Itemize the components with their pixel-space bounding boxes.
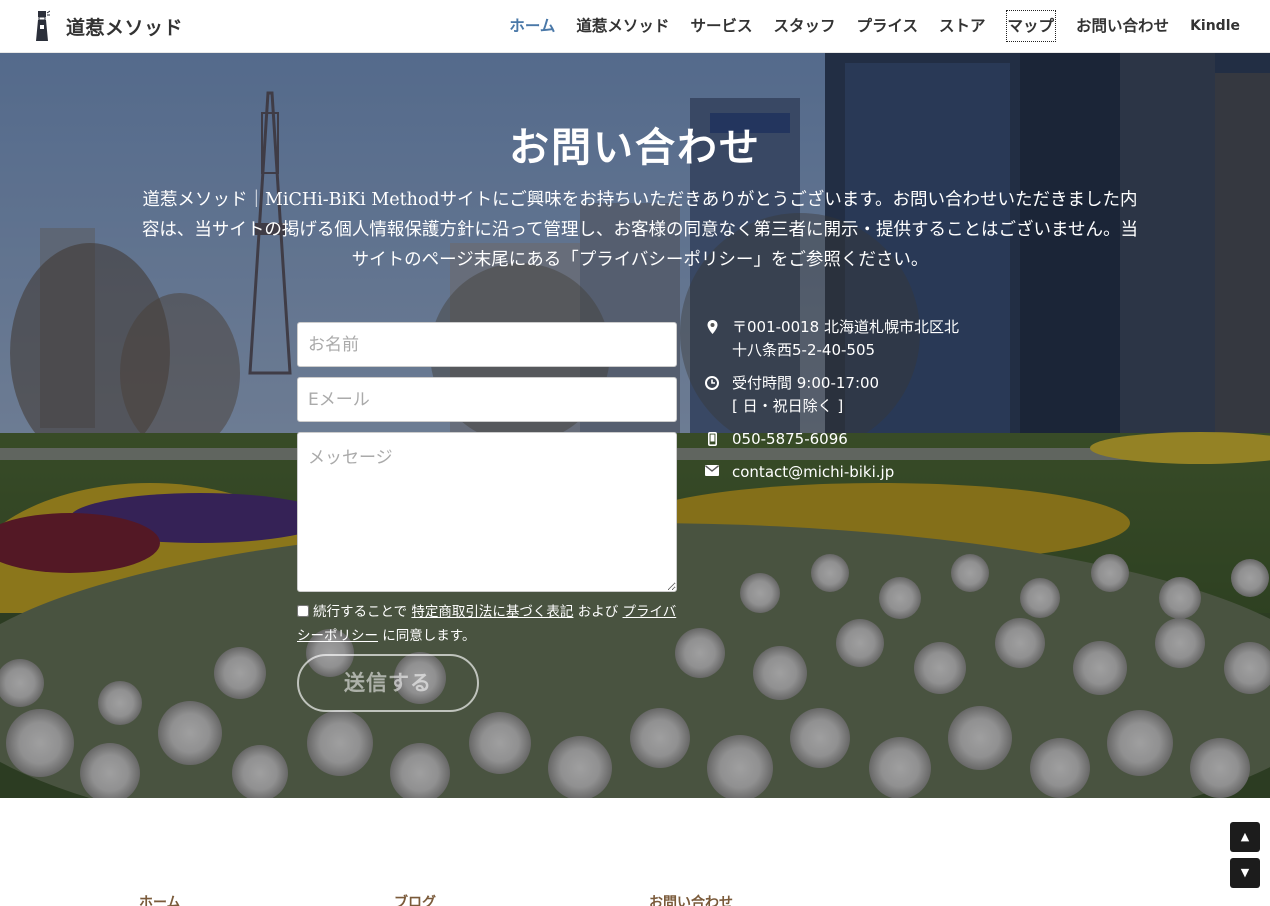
map-pin-icon — [705, 316, 719, 362]
site-footer: ホーム ブログ お問い合わせ — [0, 798, 1270, 906]
envelope-icon — [705, 461, 719, 484]
contact-email: contact@michi-biki.jp — [705, 461, 1005, 484]
consent-middle: および — [577, 604, 619, 620]
mobile-phone-icon — [705, 428, 719, 451]
scroll-up-button[interactable]: ▲ — [1230, 822, 1260, 852]
contact-phone: 050-5875-6096 — [705, 428, 1005, 451]
nav-item-price[interactable]: プライス — [856, 11, 918, 41]
nav-item-map[interactable]: マップ — [1005, 10, 1057, 42]
arrow-up-icon: ▲ — [1240, 830, 1250, 843]
contact-hours: 受付時間 9:00-17:00 [ 日・祝日除く ] — [705, 372, 1005, 418]
nav-item-store[interactable]: ストア — [939, 11, 986, 41]
tokushoho-link[interactable]: 特定商取引法に基づく表記 — [411, 604, 573, 620]
nav-item-service[interactable]: サービス — [690, 11, 752, 41]
brand[interactable]: 道惹メソッド — [34, 10, 183, 42]
message-field[interactable] — [297, 432, 677, 592]
nav-item-kindle[interactable]: Kindle — [1190, 11, 1240, 41]
submit-button[interactable]: 送信する — [297, 654, 479, 712]
consent-checkbox[interactable] — [297, 605, 309, 617]
scroll-down-button[interactable]: ▼ — [1230, 858, 1260, 888]
contact-address: 〒001-0018 北海道札幌市北区北 十八条西5-2-40-505 — [705, 316, 1005, 362]
hero-lead-text: 道惹メソッド｜MiCHi-BiKi Methodサイトにご興味をお持ちいただきあ… — [141, 190, 1139, 270]
footer-link-blog[interactable]: ブログ — [394, 892, 436, 906]
email-field[interactable] — [297, 377, 677, 422]
brand-name: 道惹メソッド — [66, 16, 184, 39]
footer-link-home[interactable]: ホーム — [139, 892, 181, 906]
footer-link-contact[interactable]: お問い合わせ — [649, 892, 733, 906]
name-field[interactable] — [297, 322, 677, 367]
consent-row: 続行することで 特定商取引法に基づく表記 および プライバシーポリシー に同意し… — [297, 600, 677, 648]
nav-item-staff[interactable]: スタッフ — [773, 11, 835, 41]
nav-item-contact[interactable]: お問い合わせ — [1076, 11, 1169, 41]
nav-item-method[interactable]: 道惹メソッド — [576, 11, 669, 41]
nav-item-home[interactable]: ホーム — [509, 11, 555, 41]
email-address[interactable]: contact@michi-biki.jp — [732, 461, 894, 484]
clock-icon — [705, 372, 719, 418]
arrow-down-icon: ▼ — [1240, 866, 1250, 879]
hours-line-2: [ 日・祝日除く ] — [732, 397, 844, 415]
contact-hero: お問い合わせ 道惹メソッド｜MiCHi-BiKi Methodサイトにご興味をお… — [0, 53, 1270, 798]
phone-number[interactable]: 050-5875-6096 — [732, 428, 848, 451]
page-title: お問い合わせ — [509, 124, 761, 171]
main-nav: ホーム 道惹メソッド サービス スタッフ プライス ストア マップ お問い合わせ… — [488, 10, 1240, 42]
lighthouse-icon — [36, 10, 50, 41]
hours-line-1: 受付時間 9:00-17:00 — [732, 374, 880, 392]
site-header: 道惹メソッド ホーム 道惹メソッド サービス スタッフ プライス ストア マップ… — [0, 0, 1270, 53]
address-line-2: 十八条西5-2-40-505 — [732, 341, 876, 359]
consent-prefix: 続行することで — [313, 604, 408, 620]
address-line-1: 〒001-0018 北海道札幌市北区北 — [732, 318, 959, 336]
consent-suffix: に同意します。 — [382, 628, 476, 644]
